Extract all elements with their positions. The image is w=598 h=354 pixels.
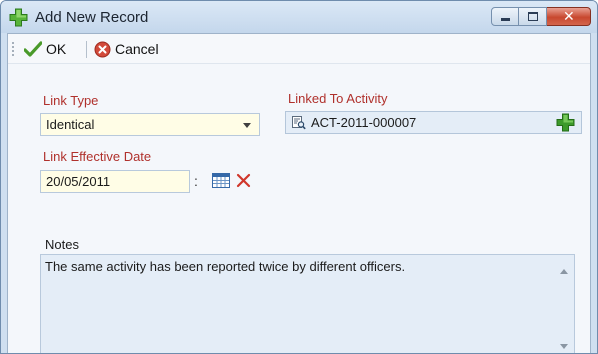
ok-button[interactable]: OK bbox=[24, 39, 66, 59]
link-effective-date-label: Link Effective Date bbox=[43, 149, 152, 164]
linked-to-activity-field[interactable]: ACT-2011-000007 bbox=[285, 111, 582, 134]
lookup-icon[interactable] bbox=[292, 115, 306, 130]
toolbar: OK Cancel bbox=[8, 34, 590, 64]
ok-label: OK bbox=[46, 41, 67, 57]
record-form: Link Type Identical Linked To Activity A… bbox=[8, 65, 590, 353]
toolbar-grip[interactable] bbox=[12, 41, 14, 57]
cancel-icon bbox=[94, 41, 111, 57]
window-title: Add New Record bbox=[35, 9, 149, 26]
minimize-button[interactable] bbox=[491, 7, 519, 26]
maximize-icon bbox=[528, 12, 538, 21]
linked-to-activity-label: Linked To Activity bbox=[288, 91, 388, 106]
calendar-icon[interactable] bbox=[212, 173, 230, 188]
notes-textarea[interactable]: The same activity has been reported twic… bbox=[40, 254, 575, 353]
close-button[interactable]: ✕ bbox=[547, 7, 591, 26]
link-effective-date-input[interactable]: 20/05/2011 bbox=[40, 170, 190, 193]
maximize-button[interactable] bbox=[519, 7, 547, 26]
toolbar-separator bbox=[86, 41, 87, 58]
add-new-record-window: Add New Record ✕ OK Cancel Link Type Ide… bbox=[0, 0, 598, 354]
add-record-plus-icon bbox=[9, 8, 28, 27]
close-icon: ✕ bbox=[563, 9, 575, 25]
cancel-label: Cancel bbox=[115, 41, 159, 57]
notes-label: Notes bbox=[45, 237, 79, 252]
notes-value: The same activity has been reported twic… bbox=[45, 259, 406, 274]
checkmark-icon bbox=[24, 41, 42, 57]
scroll-down-icon[interactable] bbox=[560, 344, 568, 349]
clear-x-icon[interactable] bbox=[236, 173, 251, 188]
linked-to-activity-value: ACT-2011-000007 bbox=[311, 115, 417, 130]
add-icon[interactable] bbox=[556, 113, 575, 132]
link-type-select[interactable]: Identical bbox=[40, 113, 260, 136]
chevron-down-icon[interactable] bbox=[243, 123, 251, 128]
link-effective-date-value: 20/05/2011 bbox=[46, 174, 111, 189]
link-type-label: Link Type bbox=[43, 93, 99, 108]
scroll-up-icon[interactable] bbox=[560, 269, 568, 274]
link-type-value: Identical bbox=[46, 117, 95, 132]
title-bar[interactable]: Add New Record ✕ bbox=[1, 1, 597, 33]
dialog-client-area: OK Cancel Link Type Identical Linked To … bbox=[7, 33, 591, 353]
date-spinner[interactable]: : bbox=[194, 171, 198, 191]
window-controls: ✕ bbox=[491, 7, 591, 27]
cancel-button[interactable]: Cancel bbox=[94, 39, 159, 59]
minimize-icon bbox=[501, 18, 510, 21]
